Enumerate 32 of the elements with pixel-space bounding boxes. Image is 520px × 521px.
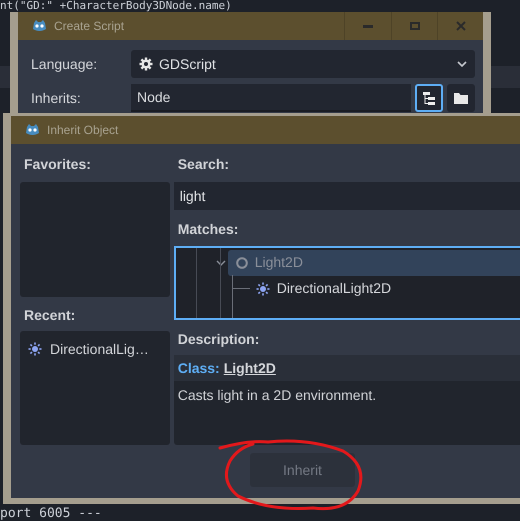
minimize-icon — [363, 24, 373, 28]
robot-head-icon — [32, 19, 47, 33]
section-label: Search: — [176, 155, 230, 174]
description-text: Casts light in a 2D environment. — [176, 386, 378, 405]
sun-icon — [256, 282, 270, 296]
section-label: Favorites: — [23, 155, 92, 174]
field-label: Language: — [31, 54, 98, 74]
class-label: Class: — [178, 358, 220, 378]
window-title: Create Script — [54, 18, 124, 35]
ring-icon — [234, 256, 249, 270]
tree-icon — [422, 91, 436, 105]
folder-icon — [454, 92, 468, 104]
section-label: Matches: — [176, 220, 240, 239]
gear-icon — [139, 57, 153, 71]
load-button[interactable] — [447, 84, 475, 112]
chevron-down-icon — [457, 61, 467, 67]
section-label: Description: — [176, 330, 260, 349]
code-line: port 6005 --- — [0, 507, 102, 521]
close-icon — [456, 21, 466, 31]
code-line: nt("GD:" +CharacterBody3DNode.name) — [0, 0, 232, 11]
language-dropdown[interactable]: GDScript — [131, 50, 475, 78]
search-field[interactable]: light — [174, 182, 520, 210]
window-title: Inherit Object — [47, 122, 118, 139]
inherits-field[interactable]: Node — [131, 84, 411, 112]
maximize-icon — [410, 22, 420, 30]
recent-item[interactable]: DirectionalLig… — [20, 337, 170, 361]
field-label: Inherits: — [31, 88, 82, 108]
class-tree-button[interactable] — [415, 84, 443, 112]
robot-head-icon — [25, 123, 40, 137]
class-link[interactable]: Light2D — [224, 358, 276, 378]
sun-icon — [28, 342, 42, 356]
section-label: Recent: — [23, 306, 76, 325]
